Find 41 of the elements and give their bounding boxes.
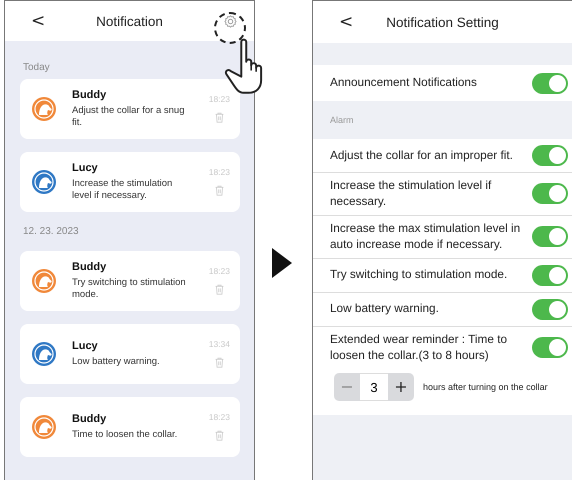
date-label: 12. 23. 2023 bbox=[23, 226, 80, 237]
dog-name: Lucy bbox=[72, 340, 99, 352]
notification-message: Try switching to stimulation mode. bbox=[72, 277, 187, 301]
setting-label: Extended wear reminder : Time to loosen the collar.(3 to 8 hours) bbox=[330, 332, 508, 364]
toggle-switch[interactable] bbox=[532, 298, 568, 320]
toggle-switch[interactable] bbox=[532, 145, 568, 166]
notification-message: Increase the stimulation level if necessary. bbox=[72, 178, 174, 202]
setting-label: Adjust the collar for an improper fit. bbox=[330, 148, 514, 164]
screen-title: Notification bbox=[96, 14, 163, 28]
toggle-switch[interactable] bbox=[532, 72, 568, 94]
trash-icon[interactable] bbox=[214, 283, 225, 296]
setting-label: Increase the stimulation level if necessary. bbox=[330, 178, 492, 210]
dog-name: Buddy bbox=[72, 89, 108, 102]
dog-name: Buddy bbox=[72, 261, 108, 274]
back-button[interactable]: < bbox=[339, 12, 353, 32]
screen-title: Notification Setting bbox=[386, 14, 499, 30]
setting-label: Announcement Notifications bbox=[330, 75, 478, 91]
trash-icon[interactable] bbox=[214, 184, 225, 197]
dog-name: Buddy bbox=[72, 413, 108, 426]
toggle-switch[interactable] bbox=[532, 226, 568, 248]
arrow-icon bbox=[272, 248, 292, 278]
setting-label: Increase the max stimulation level in auto increase mode if necessary. bbox=[330, 220, 522, 253]
trash-icon[interactable] bbox=[214, 356, 225, 369]
notification-message: Low battery warning. bbox=[72, 356, 161, 368]
setting-label: Try switching to stimulation mode. bbox=[330, 267, 508, 284]
stepper-caption: hours after turning on the collar bbox=[423, 382, 548, 392]
section-label: Alarm bbox=[330, 115, 354, 125]
notification-message: Time to loosen the collar. bbox=[72, 429, 178, 441]
plus-button[interactable]: + bbox=[388, 372, 414, 401]
back-button[interactable]: < bbox=[31, 11, 45, 31]
date-label: Today bbox=[23, 62, 51, 73]
trash-icon[interactable] bbox=[214, 429, 225, 442]
toggle-switch[interactable] bbox=[532, 337, 568, 358]
setting-label: Low battery warning. bbox=[330, 301, 440, 318]
toggle-switch[interactable] bbox=[532, 183, 568, 204]
toggle-switch[interactable] bbox=[532, 264, 568, 286]
dog-name: Lucy bbox=[72, 162, 99, 174]
settings-icon[interactable] bbox=[223, 14, 238, 29]
notification-message: Adjust the collar for a snug fit. bbox=[72, 105, 186, 129]
trash-icon[interactable] bbox=[214, 111, 225, 124]
hours-value: 3 bbox=[360, 372, 388, 401]
